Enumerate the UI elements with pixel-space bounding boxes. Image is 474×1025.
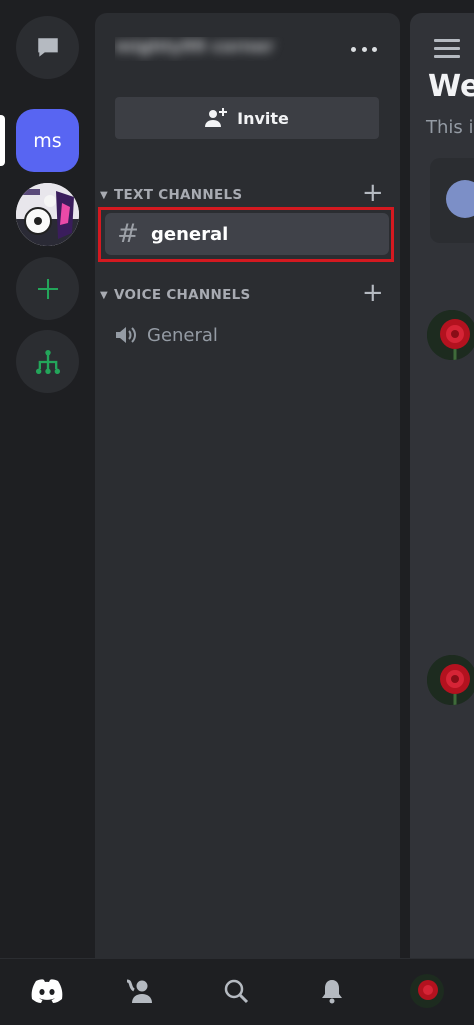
- add-channel-icon[interactable]: +: [362, 180, 384, 206]
- more-dot-icon: [372, 46, 377, 52]
- flower-avatar-icon: [427, 655, 474, 705]
- server-name[interactable]: mighty99 corner: [115, 37, 295, 61]
- speaker-icon: [116, 327, 136, 343]
- more-dot-icon: [351, 46, 356, 52]
- welcome-heading: We: [428, 69, 474, 104]
- menu-icon[interactable]: [434, 39, 460, 59]
- category-label: TEXT CHANNELS: [114, 187, 243, 203]
- flower-avatar-icon: [427, 310, 474, 360]
- add-server-button[interactable]: [16, 257, 79, 320]
- server-discovery-icon: [35, 349, 60, 374]
- server-ms-button[interactable]: ms: [16, 109, 79, 172]
- explore-servers-button[interactable]: [16, 330, 79, 393]
- server-name-text: mighty99 corner: [115, 37, 274, 57]
- nav-profile-button[interactable]: [407, 973, 447, 1009]
- welcome-subtitle: This i: [426, 117, 474, 138]
- server-artwork-button[interactable]: [16, 183, 79, 246]
- bottom-navigation: [0, 958, 474, 1025]
- active-server-indicator: [0, 115, 5, 166]
- highlight-box: [98, 207, 394, 262]
- channel-sidebar: mighty99 corner Invite ▼ TEXT CHANNELS +…: [95, 13, 400, 958]
- invite-button[interactable]: Invite: [115, 97, 379, 139]
- nav-notifications-button[interactable]: [312, 973, 352, 1009]
- bell-icon: [322, 980, 342, 1004]
- chevron-down-icon: ▼: [100, 289, 108, 301]
- message-avatar[interactable]: [427, 310, 474, 360]
- search-icon: [224, 979, 249, 1004]
- chat-panel[interactable]: We This i: [410, 13, 474, 958]
- more-options-button[interactable]: [351, 43, 377, 55]
- chevron-down-icon: ▼: [100, 189, 108, 201]
- category-text-channels[interactable]: ▼ TEXT CHANNELS +: [100, 180, 390, 207]
- category-label: VOICE CHANNELS: [114, 287, 251, 303]
- welcome-card[interactable]: [430, 158, 474, 243]
- more-dot-icon: [361, 46, 367, 52]
- direct-messages-button[interactable]: [16, 16, 79, 79]
- discord-logo-icon: [31, 979, 63, 1003]
- chat-bubble-icon: [37, 37, 58, 57]
- server-rail: ms: [0, 0, 95, 958]
- nav-friends-button[interactable]: [120, 973, 160, 1009]
- message-avatar[interactable]: [427, 655, 474, 705]
- plus-icon: [37, 278, 58, 299]
- channel-voice-general[interactable]: General: [115, 320, 218, 350]
- server-artwork-icon: [16, 183, 79, 246]
- add-person-icon: [205, 108, 228, 127]
- add-channel-icon[interactable]: +: [362, 280, 384, 306]
- category-voice-channels[interactable]: ▼ VOICE CHANNELS +: [100, 280, 390, 307]
- card-illustration-icon: [446, 180, 474, 218]
- profile-avatar-icon: [410, 974, 444, 1008]
- friends-icon: [126, 979, 152, 1003]
- channel-label: General: [147, 324, 218, 346]
- server-ms-label: ms: [33, 129, 62, 152]
- invite-label: Invite: [237, 108, 289, 128]
- nav-search-button[interactable]: [216, 973, 256, 1009]
- nav-home-button[interactable]: [27, 973, 67, 1009]
